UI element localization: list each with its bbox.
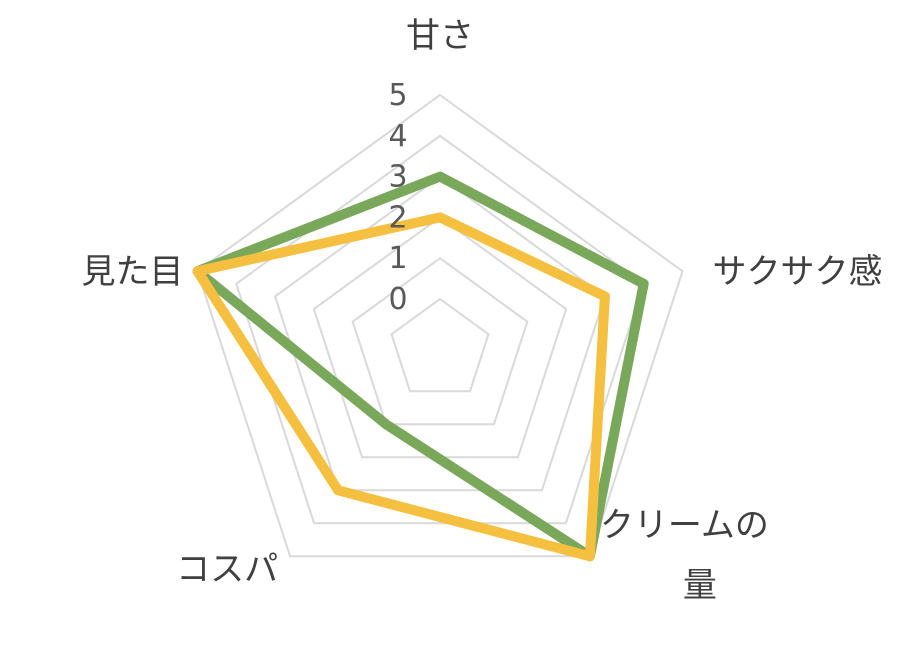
axis-label-2: サクサク感 — [713, 252, 883, 292]
series-2-point-1 — [436, 213, 444, 222]
tick-label-3: 3 — [388, 160, 407, 195]
series-1-point-4 — [382, 420, 391, 429]
grid-ring-1 — [351, 256, 529, 426]
grid-ring-2 — [312, 216, 568, 459]
axis-labels: 甘さサクサク感クリームの量 コスパ 見た目 — [81, 16, 882, 605]
series-1-point-1 — [436, 172, 444, 181]
axis-label-3-line-1: クリームの — [600, 505, 769, 545]
tick-label-1: 1 — [388, 241, 407, 276]
axis-label-1: 甘さ — [406, 16, 474, 56]
tick-label-0: 0 — [388, 282, 407, 317]
axis-label-3-line-2: 量 — [683, 565, 717, 605]
series-1-point-2 — [639, 279, 648, 288]
series-2-point-5 — [193, 267, 202, 276]
radar-chart: 0 1 2 3 4 5 甘さサクサク感クリームの量 コスパ 見た目 — [81, 16, 882, 605]
axis-label-4: コスパ — [176, 549, 278, 589]
tick-label-5: 5 — [388, 78, 407, 113]
tick-label-4: 4 — [388, 119, 407, 154]
axis-label-5: 見た目 — [81, 252, 183, 292]
series-2-point-3 — [585, 552, 594, 561]
tick-label-2: 2 — [388, 200, 407, 235]
series-2-point-4 — [334, 486, 343, 495]
series-2-point-2 — [600, 292, 609, 301]
